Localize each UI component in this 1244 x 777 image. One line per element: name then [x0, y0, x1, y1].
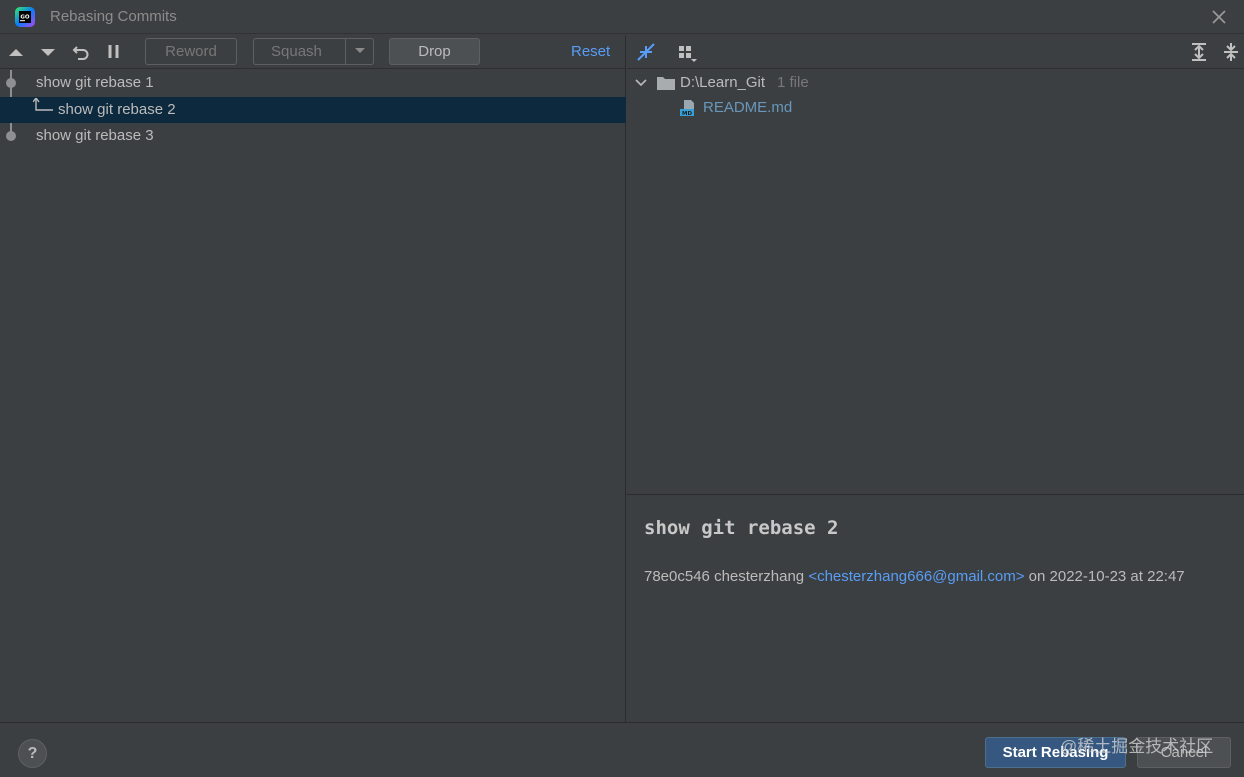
commit-row-selected[interactable]: show git rebase 2	[0, 97, 626, 123]
goland-logo-icon: GO	[15, 7, 35, 27]
collapse-arrows-icon[interactable]	[635, 42, 657, 62]
commit-node-icon	[6, 78, 16, 88]
group-by-icon[interactable]	[677, 43, 699, 63]
window-title: Rebasing Commits	[50, 8, 177, 25]
changes-tree: D:\Learn_Git 1 file MD README.md	[627, 70, 1244, 493]
markdown-file-icon: MD	[680, 100, 694, 117]
logo-text: GO	[20, 15, 30, 21]
commit-message: show git rebase 1	[36, 74, 154, 91]
dialog-footer: ? Start Rebasing Cancel @稀土掘金技术社区	[0, 722, 1244, 777]
tree-folder-row[interactable]: D:\Learn_Git 1 file	[627, 71, 1244, 95]
tree-file-row[interactable]: MD README.md	[627, 96, 1244, 120]
commit-row[interactable]: show git rebase 3	[0, 123, 626, 149]
commit-message: show git rebase 2	[58, 101, 176, 118]
squash-label: Squash	[271, 43, 322, 60]
commit-meta: 78e0c546 chesterzhang <chesterzhang666@g…	[644, 568, 1185, 585]
commit-details-title: show git rebase 2	[644, 517, 839, 539]
commits-toolbar: Reword Squash Drop Reset	[0, 35, 626, 69]
commit-message: show git rebase 3	[36, 127, 154, 144]
close-icon[interactable]	[1208, 6, 1230, 28]
undo-icon[interactable]	[71, 42, 91, 62]
move-down-icon[interactable]	[38, 42, 58, 62]
folder-name: D:\Learn_Git	[680, 74, 766, 91]
chevron-down-icon	[355, 48, 365, 53]
help-button[interactable]: ?	[18, 739, 47, 768]
move-up-icon[interactable]	[6, 42, 26, 62]
watermark: @稀土掘金技术社区	[1060, 737, 1214, 756]
changes-toolbar	[627, 35, 1244, 69]
file-name: README.md	[703, 99, 793, 116]
commit-date: on 2022-10-23 at 22:47	[1028, 568, 1185, 585]
changes-pane: D:\Learn_Git 1 file MD README.md show gi…	[627, 35, 1244, 722]
commits-pane: Reword Squash Drop Reset show git rebase…	[0, 35, 626, 722]
commit-node-icon	[6, 131, 16, 141]
chevron-down-icon[interactable]	[635, 77, 647, 89]
fixup-arrow-icon	[33, 98, 53, 111]
collapse-all-icon[interactable]	[1221, 42, 1241, 62]
commit-author: chesterzhang	[714, 568, 805, 585]
expand-all-icon[interactable]	[1189, 42, 1209, 62]
drop-button[interactable]: Drop	[389, 38, 480, 65]
author-email-link[interactable]: <chesterzhang666@gmail.com>	[808, 568, 1024, 585]
pause-icon[interactable]	[104, 42, 124, 62]
file-count: 1 file	[777, 74, 809, 91]
squash-button[interactable]: Squash	[253, 38, 374, 65]
reset-link[interactable]: Reset	[571, 43, 610, 60]
commit-hash: 78e0c546	[644, 568, 710, 585]
reword-button[interactable]: Reword	[145, 38, 237, 65]
title-bar: GO Rebasing Commits	[0, 0, 1244, 34]
file-badge: MD	[682, 111, 692, 117]
folder-icon	[657, 77, 675, 90]
commit-details: show git rebase 2 78e0c546 chesterzhang …	[627, 494, 1244, 722]
rebase-dialog: GO Rebasing Commits Reword Squash Drop R…	[0, 0, 1244, 777]
commit-row[interactable]: show git rebase 1	[0, 70, 626, 96]
squash-dropdown[interactable]	[345, 39, 373, 64]
